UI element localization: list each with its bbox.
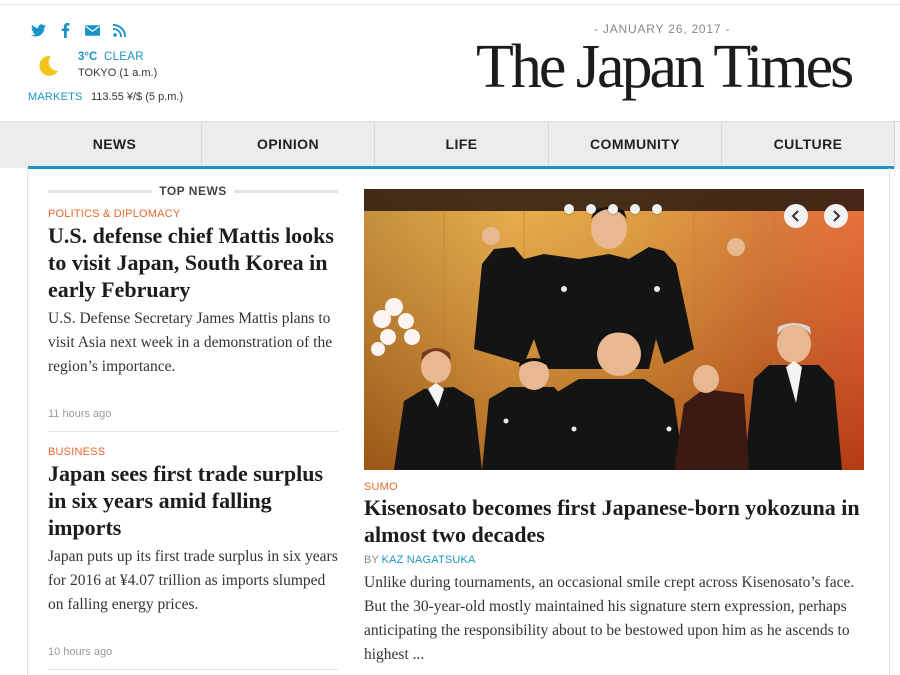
author-link[interactable]: KAZ NAGATSUKA	[382, 554, 476, 566]
feature-headline[interactable]: Kisenosato becomes first Japanese-born y…	[364, 494, 864, 548]
byline-prefix: BY	[364, 554, 379, 566]
carousel-dot[interactable]	[608, 204, 618, 214]
site-logo[interactable]: The Japan Times	[476, 36, 854, 98]
article-headline[interactable]: Japan sees first trade surplus in six ye…	[48, 460, 338, 541]
carousel-dots	[564, 204, 662, 214]
nav-underline	[28, 166, 894, 169]
article-category[interactable]: POLITICS & DIPLOMACY	[48, 208, 180, 220]
article-divider	[48, 431, 338, 432]
carousel-dot[interactable]	[564, 204, 574, 214]
carousel-dot[interactable]	[652, 204, 662, 214]
mail-icon[interactable]	[84, 22, 101, 39]
carousel-dot[interactable]	[630, 204, 640, 214]
article-headline[interactable]: U.S. defense chief Mattis looks to visit…	[48, 222, 338, 303]
weather-temperature: 3°C	[78, 51, 98, 63]
nav-item-culture[interactable]: CULTURE	[722, 122, 894, 166]
chevron-left-icon	[791, 210, 799, 222]
facebook-icon[interactable]	[57, 22, 74, 39]
article-divider	[48, 669, 338, 670]
main-nav: NEWS OPINION LIFE COMMUNITY CULTURE	[0, 121, 900, 169]
carousel-next-button[interactable]	[824, 204, 848, 228]
feature-category[interactable]: SUMO	[364, 481, 398, 493]
top-divider	[0, 4, 900, 5]
moon-icon	[36, 54, 60, 78]
nav-item-life[interactable]: LIFE	[375, 122, 549, 166]
carousel-dot[interactable]	[586, 204, 596, 214]
content-right-border	[889, 168, 890, 675]
article-summary: U.S. Defense Secretary James Mattis plan…	[48, 310, 333, 375]
nav-item-opinion[interactable]: OPINION	[202, 122, 375, 166]
article-time: 10 hours ago	[48, 646, 113, 658]
content-left-border	[27, 168, 28, 675]
nav-edge	[894, 122, 900, 169]
feature-summary: Unlike during tournaments, an occasional…	[364, 574, 855, 663]
weather-condition: CLEAR	[104, 51, 144, 63]
markets-value: 113.55 ¥/$ (5 p.m.)	[91, 91, 184, 103]
carousel-prev-button[interactable]	[784, 204, 808, 228]
article-summary: Japan puts up its first trade surplus in…	[48, 548, 338, 613]
article-category[interactable]: BUSINESS	[48, 446, 105, 458]
rss-icon[interactable]	[111, 22, 128, 39]
feature-byline: BY KAZ NAGATSUKA	[364, 554, 476, 566]
feature-image[interactable]	[364, 189, 864, 470]
markets-link[interactable]: MARKETS	[28, 91, 83, 103]
weather-location: TOKYO (1 a.m.)	[78, 67, 158, 79]
nav-item-news[interactable]: NEWS	[28, 122, 202, 166]
nav-item-community[interactable]: COMMUNITY	[549, 122, 722, 166]
social-links	[30, 22, 128, 39]
article-time: 11 hours ago	[48, 408, 112, 420]
twitter-icon[interactable]	[30, 22, 47, 39]
chevron-right-icon	[833, 210, 841, 222]
top-news-heading: TOP NEWS	[48, 183, 339, 199]
